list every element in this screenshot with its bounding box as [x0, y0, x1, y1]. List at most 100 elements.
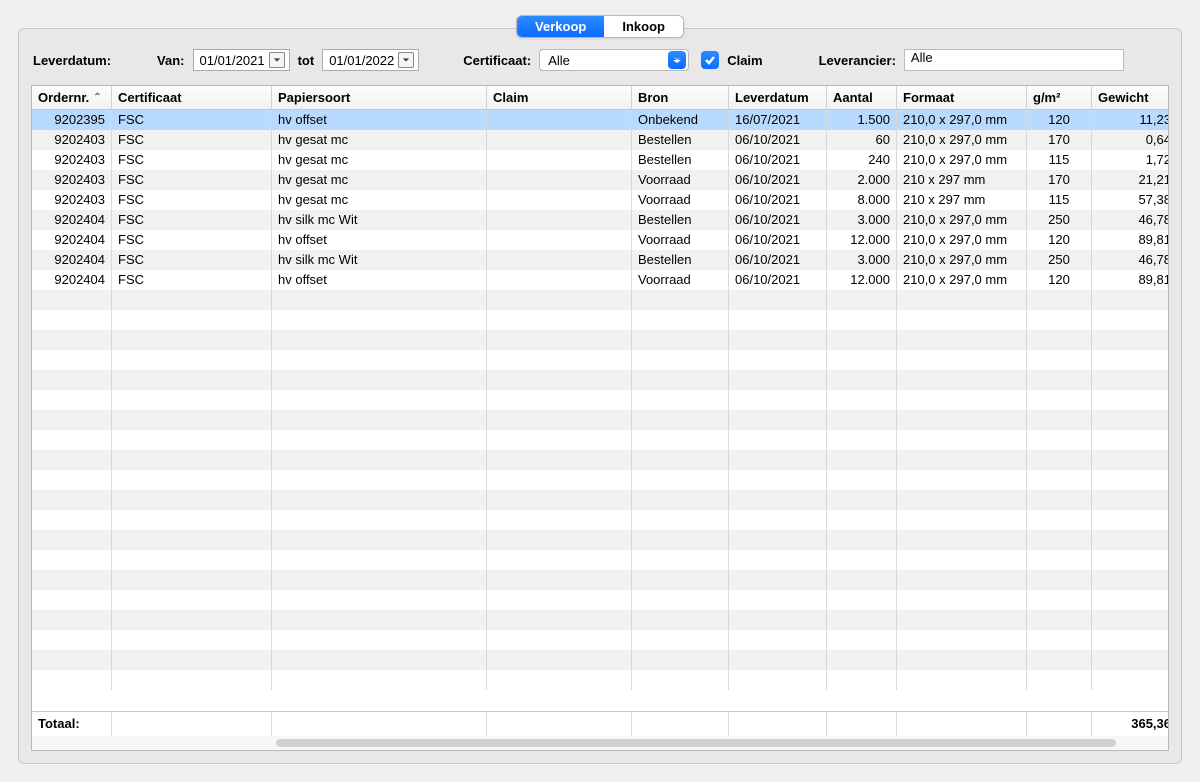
cell-certificaat: FSC [112, 190, 272, 210]
table-row[interactable]: 9202403FSChv gesat mcVoorraad06/10/20212… [32, 170, 1168, 190]
table-row[interactable]: 9202404FSChv silk mc WitBestellen06/10/2… [32, 210, 1168, 230]
cell-leverdatum [729, 610, 827, 630]
table-row[interactable]: 9202403FSChv gesat mcBestellen06/10/2021… [32, 150, 1168, 170]
col-claim[interactable]: Claim [487, 86, 632, 109]
table-row [32, 670, 1168, 690]
cell-bron [632, 470, 729, 490]
table-row[interactable]: 9202395FSChv offsetOnbekend16/07/20211.5… [32, 110, 1168, 130]
scrollbar-thumb[interactable] [276, 739, 1116, 747]
table-body[interactable]: 9202395FSChv offsetOnbekend16/07/20211.5… [32, 110, 1168, 711]
cell-bron [632, 630, 729, 650]
col-formaat[interactable]: Formaat [897, 86, 1027, 109]
col-leverdatum[interactable]: Leverdatum [729, 86, 827, 109]
cell-papiersoort: hv gesat mc [272, 170, 487, 190]
cell-aantal [827, 510, 897, 530]
cell-aantal: 1.500 [827, 110, 897, 130]
cell-papiersoort [272, 430, 487, 450]
col-ordernr[interactable]: Ordernr. ⌃ [32, 86, 112, 109]
cell-gm2 [1027, 290, 1092, 310]
table-row[interactable]: 9202404FSChv offsetVoorraad06/10/202112.… [32, 230, 1168, 250]
cell-gewicht [1092, 470, 1168, 490]
data-grid: Ordernr. ⌃ Certificaat Papiersoort Claim… [31, 85, 1169, 751]
cell-bron: Onbekend [632, 110, 729, 130]
col-certificaat[interactable]: Certificaat [112, 86, 272, 109]
cell-ordernr: 9202404 [32, 230, 112, 250]
cell-papiersoort [272, 370, 487, 390]
cell-gm2: 250 [1027, 250, 1092, 270]
dropdown-icon[interactable] [398, 52, 414, 68]
table-row[interactable]: 9202403FSChv gesat mcVoorraad06/10/20218… [32, 190, 1168, 210]
cell-ordernr [32, 610, 112, 630]
tab-inkoop[interactable]: Inkoop [604, 16, 683, 37]
cell-leverdatum: 06/10/2021 [729, 250, 827, 270]
tot-date-input[interactable]: 01/01/2022 [322, 49, 419, 71]
cell-bron [632, 650, 729, 670]
table-row[interactable]: 9202404FSChv silk mc WitBestellen06/10/2… [32, 250, 1168, 270]
cell-ordernr: 9202404 [32, 250, 112, 270]
col-bron[interactable]: Bron [632, 86, 729, 109]
dropdown-icon[interactable] [269, 52, 285, 68]
cell-leverdatum [729, 490, 827, 510]
cell-leverdatum [729, 650, 827, 670]
col-gewicht[interactable]: Gewicht [1092, 86, 1169, 109]
cell-certificaat [112, 490, 272, 510]
cell-aantal: 12.000 [827, 270, 897, 290]
table-row [32, 290, 1168, 310]
cell-ordernr: 9202403 [32, 130, 112, 150]
cell-leverdatum [729, 450, 827, 470]
cell-papiersoort [272, 350, 487, 370]
cell-papiersoort [272, 630, 487, 650]
tot-label: tot [298, 53, 315, 68]
cell-formaat [897, 430, 1027, 450]
cell-gewicht [1092, 630, 1168, 650]
cell-ordernr: 9202403 [32, 170, 112, 190]
cell-gm2: 120 [1027, 230, 1092, 250]
cell-formaat: 210,0 x 297,0 mm [897, 210, 1027, 230]
cell-gewicht [1092, 570, 1168, 590]
cell-claim [487, 250, 632, 270]
cell-gewicht: 11,23 [1092, 110, 1168, 130]
tab-verkoop[interactable]: Verkoop [517, 16, 604, 37]
leverancier-input[interactable]: Alle [904, 49, 1124, 71]
col-papiersoort[interactable]: Papiersoort [272, 86, 487, 109]
van-date-input[interactable]: 01/01/2021 [193, 49, 290, 71]
cell-gewicht [1092, 510, 1168, 530]
cell-aantal: 2.000 [827, 170, 897, 190]
cell-claim [487, 290, 632, 310]
cell-certificaat [112, 670, 272, 690]
cell-papiersoort [272, 570, 487, 590]
cell-certificaat [112, 410, 272, 430]
cell-certificaat [112, 290, 272, 310]
cell-gewicht: 89,81 [1092, 230, 1168, 250]
cell-certificaat [112, 590, 272, 610]
cell-certificaat: FSC [112, 130, 272, 150]
cell-claim [487, 650, 632, 670]
certificaat-select[interactable]: Alle [539, 49, 689, 71]
table-row [32, 350, 1168, 370]
cell-gm2 [1027, 390, 1092, 410]
cell-gm2 [1027, 630, 1092, 650]
col-gm2[interactable]: g/m² [1027, 86, 1092, 109]
cell-formaat [897, 410, 1027, 430]
cell-formaat [897, 590, 1027, 610]
cell-bron [632, 570, 729, 590]
cell-papiersoort: hv offset [272, 110, 487, 130]
cell-claim [487, 610, 632, 630]
cell-claim [487, 190, 632, 210]
cell-leverdatum [729, 550, 827, 570]
cell-ordernr [32, 310, 112, 330]
cell-ordernr [32, 330, 112, 350]
claim-checkbox[interactable] [701, 51, 719, 69]
table-row[interactable]: 9202404FSChv offsetVoorraad06/10/202112.… [32, 270, 1168, 290]
cell-leverdatum [729, 410, 827, 430]
cell-claim [487, 170, 632, 190]
horizontal-scrollbar[interactable] [32, 736, 1168, 750]
cell-gm2 [1027, 330, 1092, 350]
cell-leverdatum: 06/10/2021 [729, 170, 827, 190]
cell-gm2: 115 [1027, 190, 1092, 210]
cell-aantal [827, 570, 897, 590]
col-aantal[interactable]: Aantal [827, 86, 897, 109]
table-row[interactable]: 9202403FSChv gesat mcBestellen06/10/2021… [32, 130, 1168, 150]
cell-certificaat: FSC [112, 110, 272, 130]
cell-ordernr [32, 670, 112, 690]
